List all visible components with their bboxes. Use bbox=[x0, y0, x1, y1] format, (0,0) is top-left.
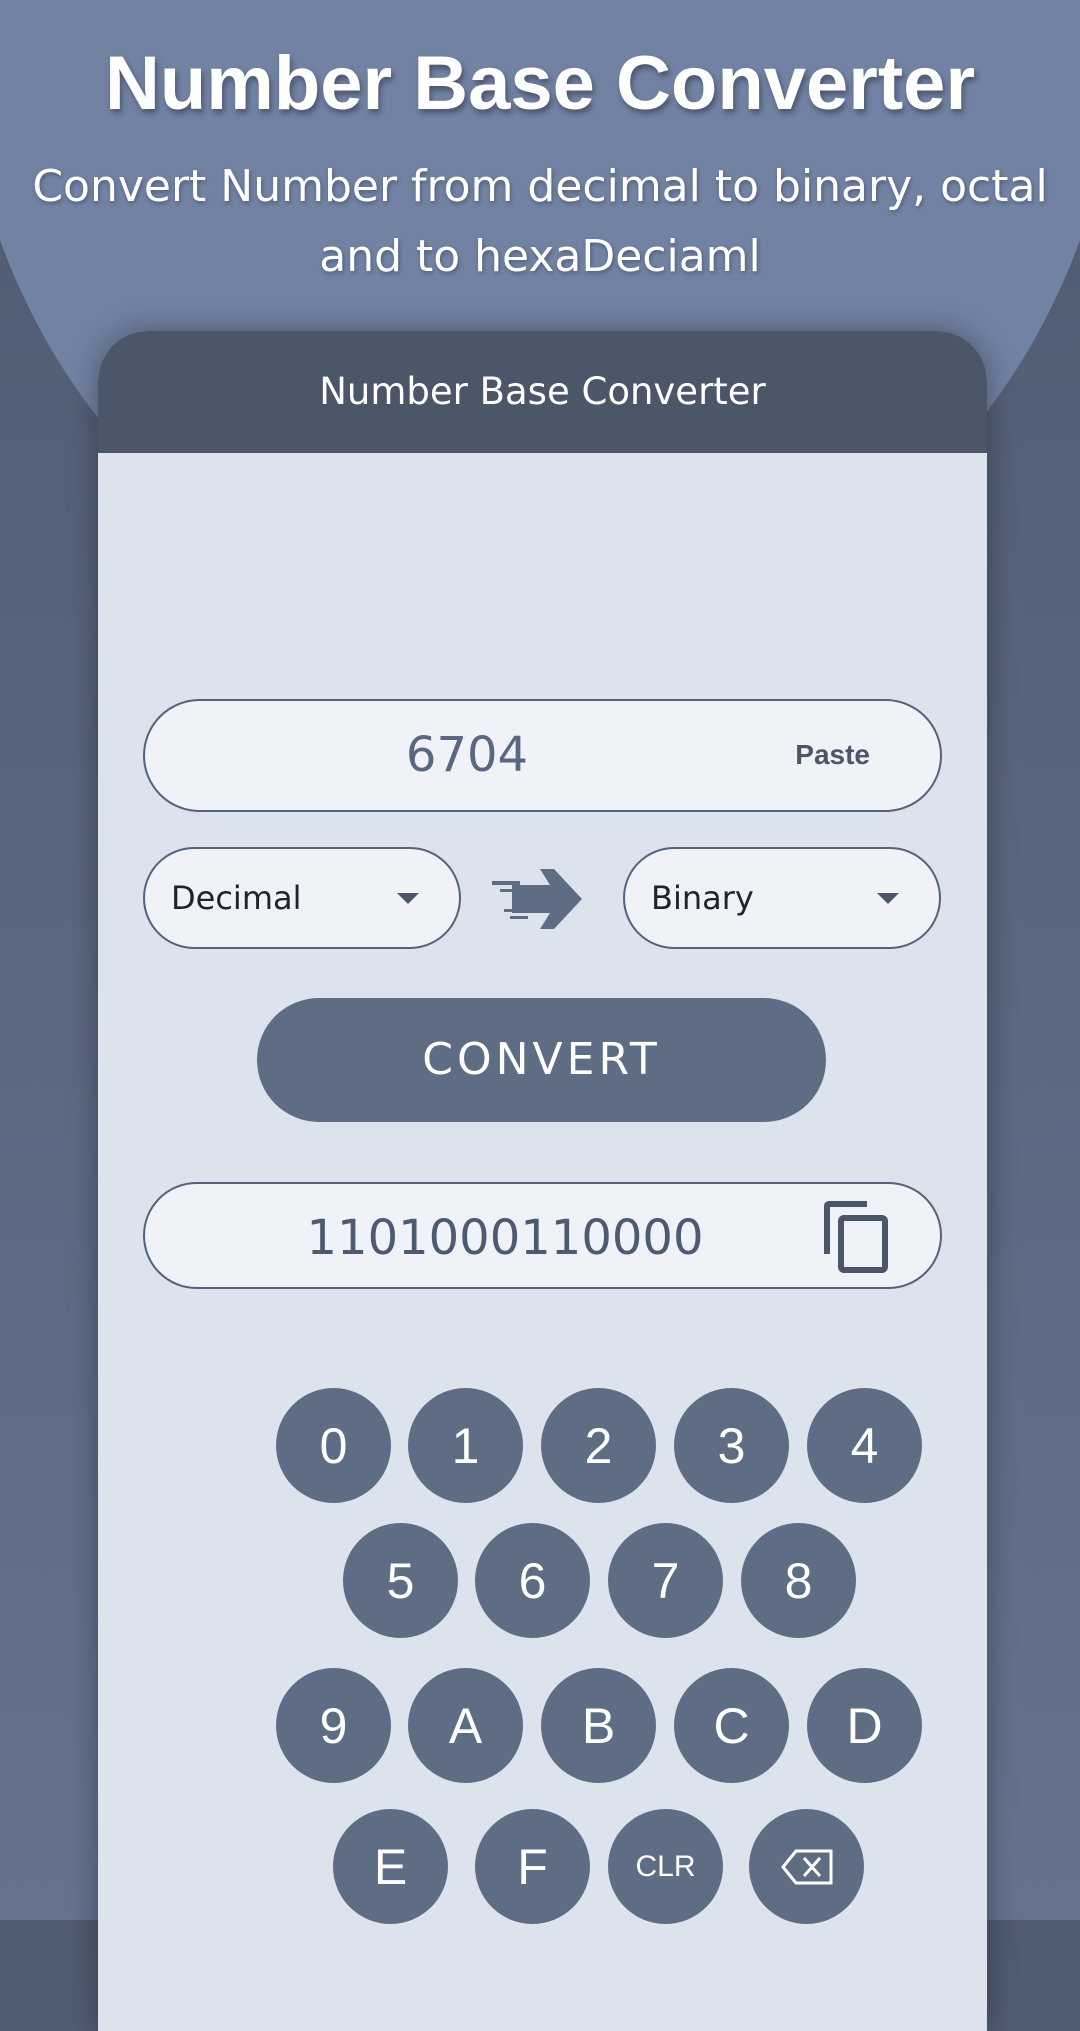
key-0[interactable]: 0 bbox=[276, 1388, 391, 1503]
subtitle-line: Convert Number from decimal to binary, o… bbox=[32, 161, 1048, 212]
key-9[interactable]: 9 bbox=[276, 1668, 391, 1783]
key-5[interactable]: 5 bbox=[343, 1523, 458, 1638]
hero-title: Number Base Converter bbox=[104, 41, 976, 126]
result-field: 1101000110000 bbox=[143, 1182, 942, 1289]
key-b[interactable]: B bbox=[541, 1668, 656, 1783]
arrow-right-icon bbox=[492, 869, 582, 929]
phone-screen: Number Base Converter 6704 Paste Decimal… bbox=[98, 331, 987, 2031]
copy-icon[interactable] bbox=[823, 1200, 891, 1274]
backspace-icon bbox=[780, 1849, 832, 1884]
key-2[interactable]: 2 bbox=[541, 1388, 656, 1503]
to-base-select[interactable]: Binary bbox=[623, 847, 941, 949]
result-value: 1101000110000 bbox=[306, 1210, 704, 1266]
key-1[interactable]: 1 bbox=[408, 1388, 523, 1503]
key-4[interactable]: 4 bbox=[807, 1388, 922, 1503]
from-base-select[interactable]: Decimal bbox=[143, 847, 461, 949]
backspace-key[interactable] bbox=[749, 1809, 864, 1924]
key-clr[interactable]: CLR bbox=[608, 1809, 723, 1924]
key-8[interactable]: 8 bbox=[741, 1523, 856, 1638]
key-f[interactable]: F bbox=[475, 1809, 590, 1924]
to-base-value: Binary bbox=[651, 879, 754, 917]
paste-button[interactable]: Paste bbox=[795, 739, 870, 771]
chevron-down-icon bbox=[397, 893, 419, 904]
from-base-value: Decimal bbox=[171, 879, 302, 917]
key-d[interactable]: D bbox=[807, 1668, 922, 1783]
input-value: 6704 bbox=[405, 727, 529, 783]
chevron-down-icon bbox=[877, 893, 899, 904]
app-bar-title: Number Base Converter bbox=[98, 331, 987, 453]
number-input[interactable]: 6704 Paste bbox=[143, 699, 942, 812]
hero-subtitle: Convert Number from decimal to binary, o… bbox=[20, 152, 1060, 292]
key-e[interactable]: E bbox=[333, 1809, 448, 1924]
key-c[interactable]: C bbox=[674, 1668, 789, 1783]
key-7[interactable]: 7 bbox=[608, 1523, 723, 1638]
key-a[interactable]: A bbox=[408, 1668, 523, 1783]
convert-button[interactable]: CONVERT bbox=[257, 998, 826, 1122]
key-6[interactable]: 6 bbox=[475, 1523, 590, 1638]
subtitle-line: and to hexaDeciaml bbox=[319, 231, 761, 282]
key-3[interactable]: 3 bbox=[674, 1388, 789, 1503]
